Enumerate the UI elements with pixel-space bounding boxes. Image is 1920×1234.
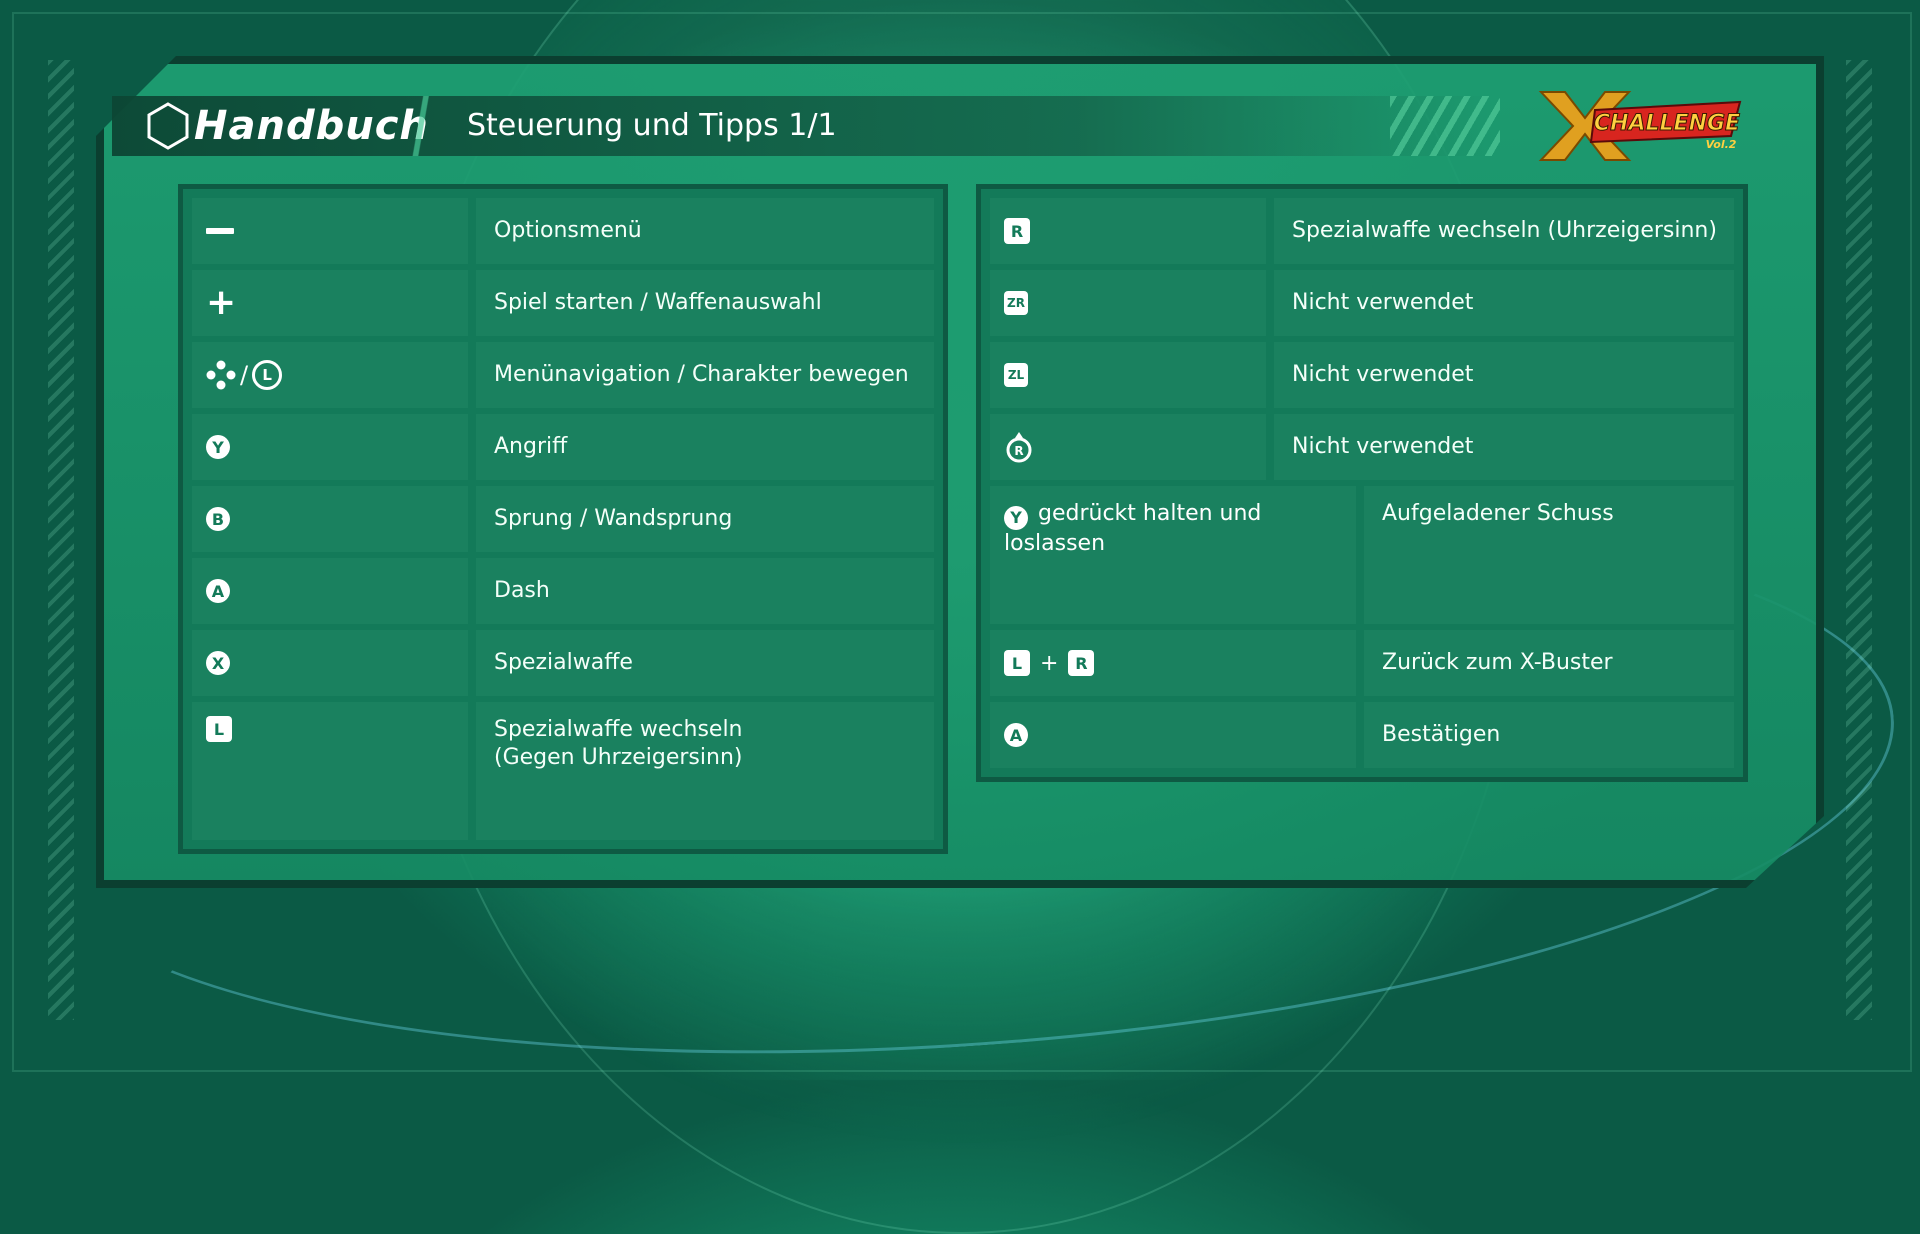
a-button-icon: A [1004, 723, 1028, 747]
control-row: / L Menünavigation / Charakter bewegen [192, 342, 934, 408]
action-text: Dash [494, 578, 550, 603]
control-row: + Spiel starten / Waffenauswahl [192, 270, 934, 336]
y-button-icon: Y [1004, 506, 1028, 530]
action-cell: Nicht verwendet [1274, 342, 1734, 408]
control-row: ZL Nicht verwendet [990, 342, 1734, 408]
control-row: R Spezialwaffe wechseln (Uhrzeigersinn) [990, 198, 1734, 264]
l-button-icon: L [1004, 650, 1030, 676]
svg-text:Vol.2: Vol.2 [1706, 138, 1737, 151]
hold-text: gedrückt halten und loslassen [1004, 501, 1262, 556]
control-row: Ygedrückt halten und loslassen Aufgeladen… [990, 486, 1734, 624]
button-cell: R [990, 414, 1266, 480]
action-text: Aufgeladener Schuss [1382, 501, 1614, 526]
button-cell: + [192, 270, 468, 336]
action-cell: Menünavigation / Charakter bewegen [476, 342, 934, 408]
action-cell: Aufgeladener Schuss [1364, 486, 1734, 624]
header-separator [400, 96, 446, 156]
action-text: Spiel starten / Waffenauswahl [494, 290, 822, 315]
l-button-icon: L [206, 716, 232, 742]
button-cell [192, 198, 468, 264]
control-row: B Sprung / Wandsprung [192, 486, 934, 552]
action-cell: Zurück zum X-Buster [1364, 630, 1734, 696]
action-text: Nicht verwendet [1292, 434, 1474, 459]
action-cell: Nicht verwendet [1274, 270, 1734, 336]
action-text: Optionsmenü [494, 218, 642, 243]
control-row: ZR Nicht verwendet [990, 270, 1734, 336]
button-cell: Ygedrückt halten und loslassen [990, 486, 1356, 624]
control-row: A Dash [192, 558, 934, 624]
button-cell: A [990, 702, 1356, 768]
action-cell: Optionsmenü [476, 198, 934, 264]
zr-button-icon: ZR [1004, 291, 1028, 315]
button-cell: B [192, 486, 468, 552]
right-hatch-decoration [1846, 60, 1872, 1020]
x-challenge-logo: CHALLENGE Vol.2 [1538, 91, 1742, 161]
action-text: Spezialwaffe [494, 650, 633, 675]
x-button-icon: X [206, 651, 230, 675]
action-cell: Angriff [476, 414, 934, 480]
action-text: Nicht verwendet [1292, 362, 1474, 387]
action-text: Nicht verwendet [1292, 290, 1474, 315]
control-row: A Bestätigen [990, 702, 1734, 768]
page-title: Steuerung und Tipps 1/1 [467, 108, 837, 143]
header-stripes [1390, 96, 1500, 156]
action-text: Angriff [494, 434, 568, 459]
button-cell: ZR [990, 270, 1266, 336]
right-stick-press-icon: R [1004, 431, 1034, 463]
action-text: Menünavigation / Charakter bewegen [494, 362, 909, 387]
left-hatch-decoration [48, 60, 74, 1020]
plus-button-icon: + [206, 282, 237, 323]
action-text: Spezialwaffe wechseln (Uhrzeigersinn) [1292, 218, 1717, 243]
svg-text:CHALLENGE: CHALLENGE [1594, 111, 1740, 136]
minus-button-icon [206, 228, 234, 234]
section-title-text: Handbuch [194, 103, 429, 149]
control-row: X Spezialwaffe [192, 630, 934, 696]
button-cell: / L [192, 342, 468, 408]
combo-plus: + [1040, 650, 1059, 676]
action-text: Bestätigen [1382, 722, 1501, 747]
action-text: Spezialwaffe wechseln (Gegen Uhrzeigersi… [494, 717, 743, 770]
button-cell: R [990, 198, 1266, 264]
button-cell: L [192, 702, 468, 840]
action-cell: Spezialwaffe wechseln (Gegen Uhrzeigersi… [476, 702, 934, 840]
y-button-icon: Y [206, 435, 230, 459]
action-cell: Sprung / Wandsprung [476, 486, 934, 552]
a-button-icon: A [206, 579, 230, 603]
control-row: R Nicht verwendet [990, 414, 1734, 480]
hold-instruction: Ygedrückt halten und loslassen [1004, 500, 1342, 558]
svg-text:R: R [1014, 444, 1023, 458]
action-cell: Nicht verwendet [1274, 414, 1734, 480]
action-cell: Spezialwaffe wechseln (Uhrzeigersinn) [1274, 198, 1734, 264]
r-button-icon: R [1068, 650, 1095, 676]
button-cell: X [192, 630, 468, 696]
action-cell: Bestätigen [1364, 702, 1734, 768]
control-row: Y Angriff [192, 414, 934, 480]
zl-button-icon: ZL [1004, 363, 1028, 387]
section-title: Handbuch [146, 100, 429, 152]
button-cell: ZL [990, 342, 1266, 408]
control-row: Optionsmenü [192, 198, 934, 264]
separator-slash: / [240, 361, 249, 389]
r-button-icon: R [1004, 218, 1030, 244]
button-cell: A [192, 558, 468, 624]
control-row: L + R Zurück zum X-Buster [990, 630, 1734, 696]
button-cell: L + R [990, 630, 1356, 696]
action-cell: Spiel starten / Waffenauswahl [476, 270, 934, 336]
action-text: Sprung / Wandsprung [494, 506, 733, 531]
action-text: Zurück zum X-Buster [1382, 650, 1613, 675]
b-button-icon: B [206, 507, 230, 531]
action-cell: Spezialwaffe [476, 630, 934, 696]
control-row: L Spezialwaffe wechseln (Gegen Uhrzeigers… [192, 702, 934, 840]
button-cell: Y [192, 414, 468, 480]
hexagon-icon [147, 102, 189, 150]
left-stick-icon: L [252, 360, 283, 390]
action-cell: Dash [476, 558, 934, 624]
dpad-icon [206, 360, 236, 390]
